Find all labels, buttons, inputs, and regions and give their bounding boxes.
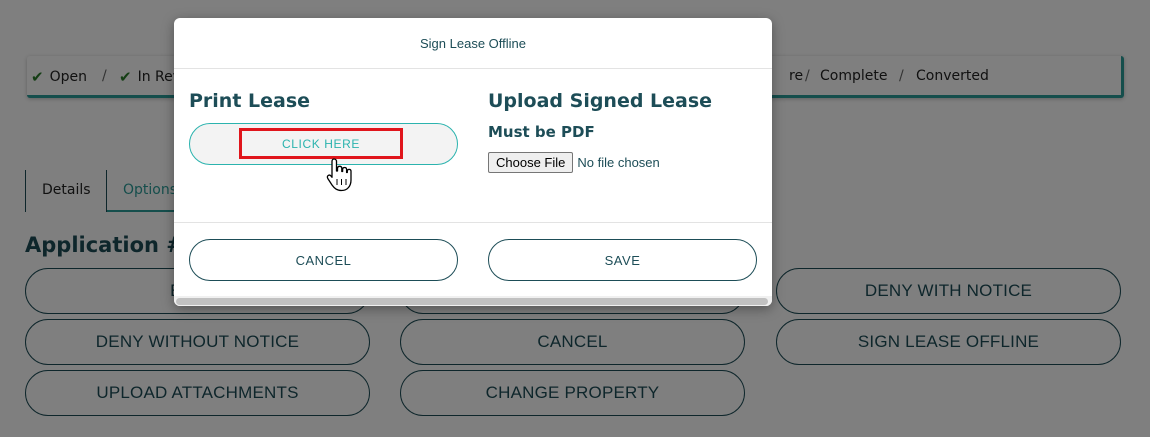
save-button[interactable]: SAVE — [488, 239, 757, 281]
upload-lease-heading: Upload Signed Lease — [488, 90, 713, 112]
file-upload-field: Choose File No file chosen — [488, 152, 660, 173]
cancel-button[interactable]: CANCEL — [189, 239, 458, 281]
hand-pointer-icon — [326, 158, 352, 192]
scrollbar-thumb[interactable] — [176, 298, 768, 305]
print-lease-heading: Print Lease — [189, 90, 311, 112]
choose-file-button[interactable]: Choose File — [488, 152, 574, 173]
click-here-button[interactable]: CLICK HERE — [239, 128, 403, 159]
file-status-text: No file chosen — [577, 155, 660, 170]
horizontal-scrollbar[interactable] — [174, 296, 772, 306]
pdf-requirement-label: Must be PDF — [488, 123, 595, 141]
dialog-title: Sign Lease Offline — [174, 18, 772, 69]
sign-lease-offline-dialog: Sign Lease Offline Print Lease Upload Si… — [174, 18, 772, 306]
dialog-divider — [174, 222, 772, 223]
